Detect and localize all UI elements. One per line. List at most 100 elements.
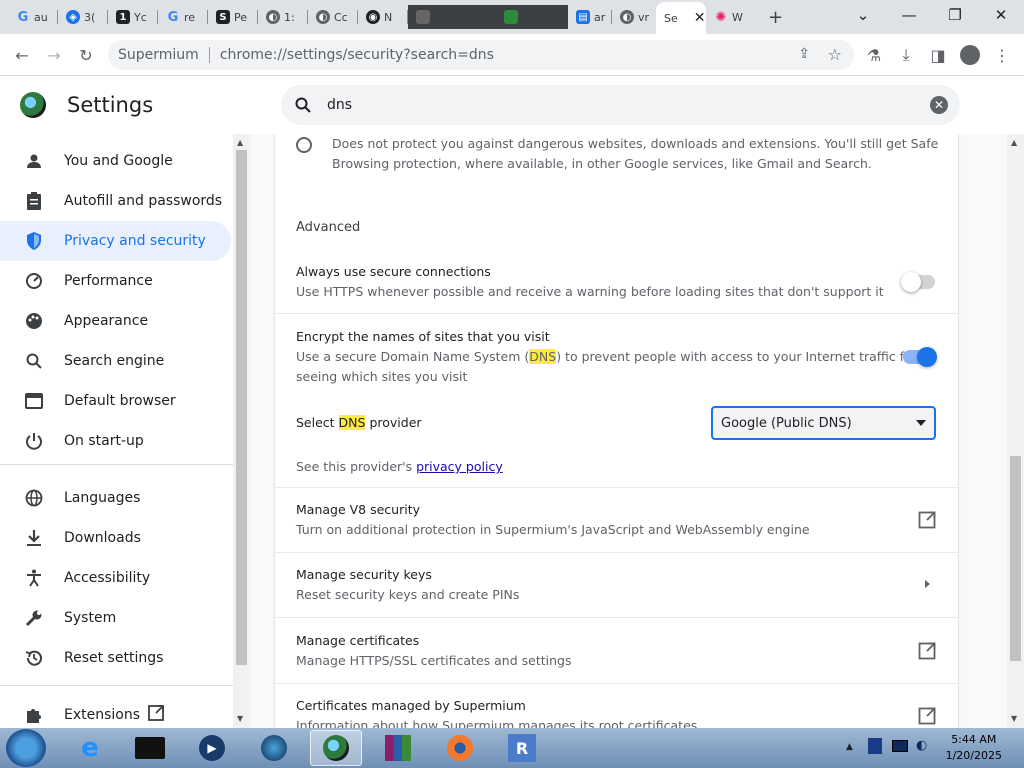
volume-icon[interactable]: ◐ [916,738,927,753]
sidebar-scroll-thumb[interactable] [236,150,247,665]
minimize-button[interactable]: — [886,0,932,30]
tab-search-button[interactable]: ⌄ [840,0,886,30]
scroll-down-arrow-icon[interactable]: ▼ [1011,714,1017,723]
side-panel-button[interactable]: ◨ [926,43,950,67]
sidebar-item-autofill[interactable]: Autofill and passwords [0,181,231,221]
flask-icon: ⚗ [866,45,882,65]
https-toggle[interactable] [901,272,935,292]
sidebar-item-search-engine[interactable]: Search engine [0,341,231,381]
tab-label: re [184,10,196,24]
close-tab-icon[interactable]: ✕ [694,10,706,26]
browser-tab[interactable]: ◈ 3( [58,5,108,29]
sidebar-item-default-browser[interactable]: Default browser [0,381,231,421]
start-button[interactable] [6,729,46,767]
menu-button[interactable]: ⋮ [990,43,1014,67]
browser-tab[interactable]: G re [158,5,208,29]
sidebar-item-you-and-google[interactable]: You and Google [0,141,231,181]
share-icon[interactable]: ⇪ [798,46,810,62]
system-clock[interactable]: 5:44 AM 1/20/2025 [946,732,1002,764]
downloads-button[interactable]: ⤓ [894,43,918,67]
sidebar-item-accessibility[interactable]: Accessibility [0,558,231,598]
main-scrollbar[interactable]: ▲ ▼ [1007,134,1024,728]
supermium-logo-icon [20,92,46,118]
taskbar-app[interactable] [124,730,176,766]
taskbar-supermium[interactable] [310,730,362,766]
sidebar-item-label: Autofill and passwords [64,193,223,209]
taskbar-blender[interactable] [434,730,486,766]
clear-search-icon[interactable]: ✕ [930,96,948,114]
settings-search[interactable]: dns ✕ [281,85,960,125]
tab-label: Yc [134,10,147,24]
chevron-right-icon[interactable] [925,580,930,588]
sidebar-scrollbar[interactable]: ▲ ▼ [233,134,250,728]
browser-tab[interactable]: ◐ 1: [258,5,308,29]
taskbar-winrar[interactable] [372,730,424,766]
main-scroll-thumb[interactable] [1010,456,1021,661]
browser-tab[interactable]: ✺ W [706,5,758,29]
network-icon[interactable] [892,740,908,752]
bookmark-star-icon[interactable]: ☆ [828,45,842,64]
sidebar-item-reset[interactable]: Reset settings [0,638,231,678]
restore-icon: ❐ [948,6,962,24]
sidebar-item-appearance[interactable]: Appearance [0,301,231,341]
https-title: Always use secure connections [296,264,491,279]
address-bar[interactable]: Supermium chrome://settings/security?sea… [108,40,854,70]
tray-app-icon[interactable] [868,738,882,754]
dns-provider-select[interactable]: Google (Public DNS) [711,406,936,440]
tab-label: 1: [284,10,295,24]
sidebar-item-languages[interactable]: Languages [0,478,231,518]
browser-icon [24,391,44,411]
scroll-down-arrow-icon[interactable]: ▼ [237,714,243,723]
row-divider [275,683,958,684]
secure-dns-toggle[interactable] [903,347,937,367]
browser-tab[interactable]: G au [8,5,58,29]
close-window-button[interactable]: ✕ [978,0,1024,30]
toggle-knob [917,347,937,367]
letter-s-icon: S [216,10,230,24]
show-hidden-icons[interactable]: ▲ [846,742,853,752]
row-divider [275,313,958,314]
no-protection-radio[interactable] [296,137,312,153]
scroll-up-arrow-icon[interactable]: ▲ [1011,138,1017,147]
scroll-up-arrow-icon[interactable]: ▲ [237,138,243,147]
certificates-desc: Manage HTTPS/SSL certificates and settin… [296,653,572,668]
browser-tab[interactable]: S Pe [208,5,258,29]
security-keys-title: Manage security keys [296,567,432,582]
browser-tab[interactable]: ▤ ar [568,5,612,29]
globe-icon: ◐ [620,10,634,24]
browser-toolbar: ← → ↻ Supermium chrome://settings/securi… [0,34,1024,76]
sidebar-item-privacy[interactable]: Privacy and security [0,221,231,261]
open-in-new-icon[interactable] [918,511,936,529]
browser-tab[interactable] [408,5,568,29]
sidebar-item-startup[interactable]: On start-up [0,421,231,461]
profile-button[interactable] [958,43,982,67]
browser-tab[interactable]: 1 Yc [108,5,158,29]
forward-button[interactable]: → [42,43,66,67]
open-in-new-icon[interactable] [918,707,936,725]
taskbar-media-player[interactable]: ▶ [186,730,238,766]
arrow-right-icon: → [47,45,61,65]
browser-tab[interactable]: ◐ vr [612,5,656,29]
restore-button[interactable]: ❐ [932,0,978,30]
app-r-icon: R [508,734,536,762]
dns-provider-value: Google (Public DNS) [721,415,852,431]
taskbar-app[interactable] [248,730,300,766]
globe-icon [261,735,287,761]
new-tab-button[interactable]: + [760,5,790,29]
taskbar-app[interactable]: R [496,730,548,766]
sidebar-item-system[interactable]: System [0,598,231,638]
browser-tab-active[interactable]: Se ✕ [656,2,706,34]
sidebar-item-downloads[interactable]: Downloads [0,518,231,558]
back-button[interactable]: ← [10,43,34,67]
browser-tab[interactable]: ◉ N [358,5,408,29]
search-input[interactable]: dns [327,97,352,113]
v8-desc: Turn on additional protection in Supermi… [296,522,810,537]
sidebar-item-performance[interactable]: Performance [0,261,231,301]
taskbar-ie[interactable]: e [64,730,116,766]
reload-button[interactable]: ↻ [74,43,98,67]
browser-tab[interactable]: ◐ Cc [308,5,358,29]
privacy-policy-link[interactable]: privacy policy [416,459,503,474]
labs-button[interactable]: ⚗ [862,43,886,67]
search-icon [24,351,44,371]
open-in-new-icon[interactable] [918,642,936,660]
